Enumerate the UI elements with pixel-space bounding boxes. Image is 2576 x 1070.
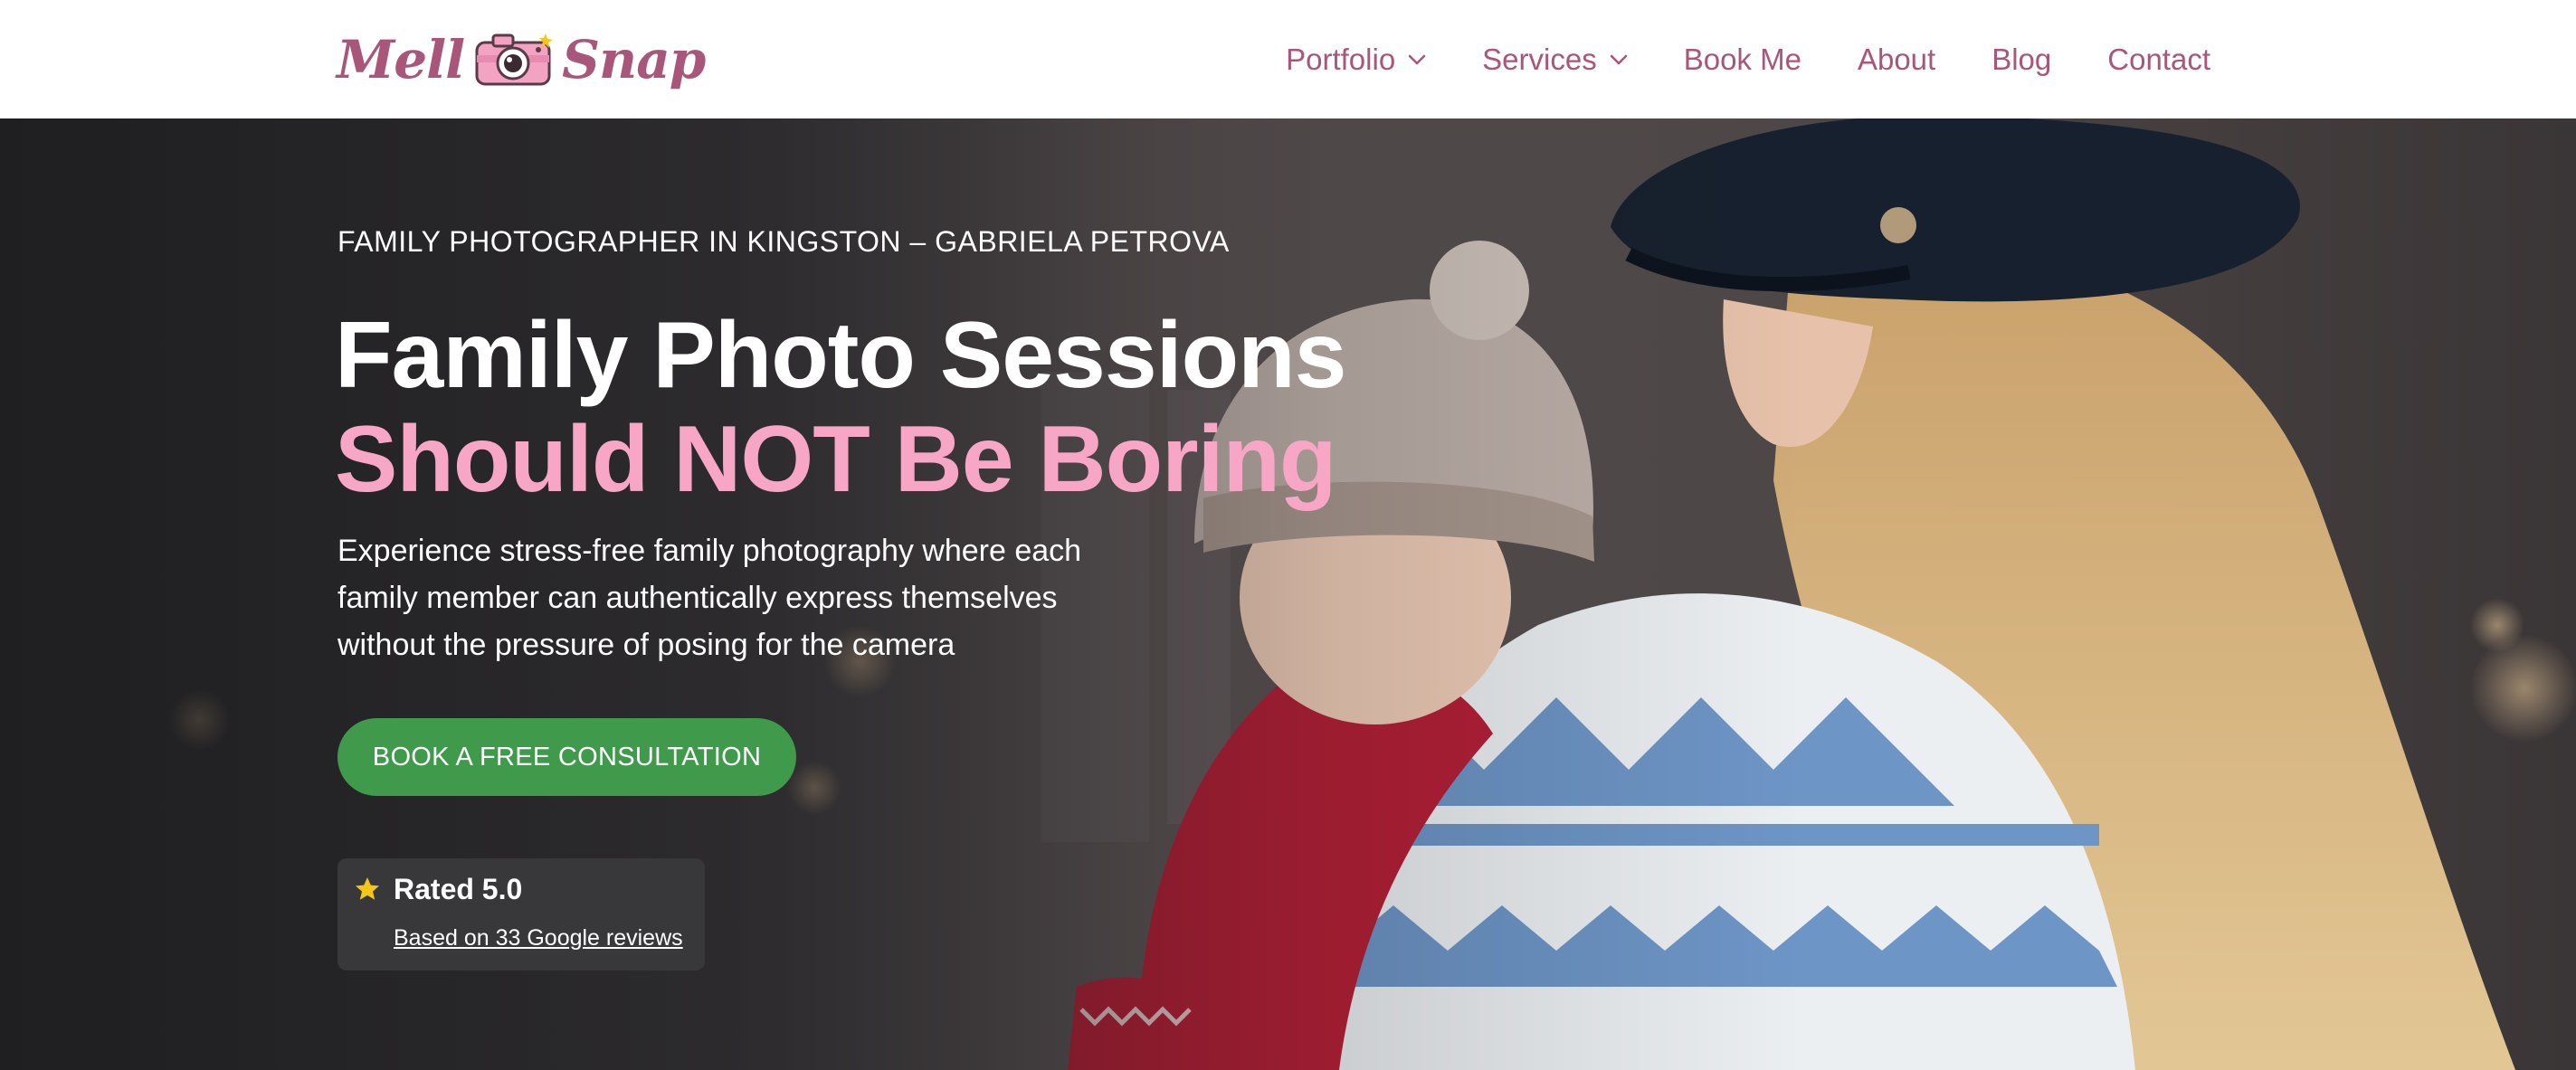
nav-item-blog[interactable]: Blog — [1991, 43, 2051, 77]
hero-title-line-1: Family Photo Sessions — [335, 303, 1347, 408]
hero-subtitle: Experience stress-free family photograph… — [337, 534, 1082, 662]
book-consultation-button[interactable]: BOOK A FREE CONSULTATION — [337, 718, 796, 796]
hero-section: FAMILY PHOTOGRAPHER IN KINGSTON – GABRIE… — [0, 118, 2576, 1070]
logo-text-mell: Mell — [337, 29, 465, 90]
nav-item-portfolio[interactable]: Portfolio — [1286, 43, 1426, 77]
chevron-down-icon — [1408, 54, 1426, 64]
main-nav: Portfolio Services Book Me About Blog Co… — [1286, 0, 2210, 118]
nav-item-services[interactable]: Services — [1482, 43, 1628, 77]
camera-icon — [475, 33, 554, 86]
google-reviews-link[interactable]: Based on 33 Google reviews — [394, 925, 683, 952]
rating-title: Rated 5.0 — [394, 873, 523, 905]
nav-item-label: Book Me — [1683, 42, 1801, 76]
nav-item-label: Contact — [2107, 42, 2210, 76]
chevron-down-icon — [1610, 54, 1628, 64]
nav-item-about[interactable]: About — [1858, 43, 1935, 77]
logo-text-snap: Snap — [562, 29, 706, 90]
rating-badge: Rated 5.0 Based on 33 Google reviews — [337, 858, 705, 971]
nav-item-contact[interactable]: Contact — [2107, 43, 2210, 77]
star-icon — [356, 877, 379, 900]
site-logo[interactable]: Mell Snap — [337, 24, 706, 96]
nav-item-label: About — [1857, 42, 1936, 76]
nav-item-book-me[interactable]: Book Me — [1684, 43, 1801, 77]
site-header: Mell Snap Portfolio Services Book Me Abo… — [0, 0, 2576, 118]
nav-item-label: Services — [1482, 42, 1597, 76]
nav-item-label: Blog — [1991, 42, 2052, 76]
nav-item-label: Portfolio — [1286, 42, 1396, 76]
hero-title-line-2: Should NOT Be Boring — [335, 407, 1337, 512]
hero-eyebrow: FAMILY PHOTOGRAPHER IN KINGSTON – GABRIE… — [337, 225, 1230, 258]
